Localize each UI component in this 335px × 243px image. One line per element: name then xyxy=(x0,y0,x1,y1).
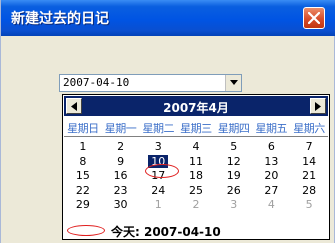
calendar-day[interactable]: 1 xyxy=(139,198,177,213)
calendar-day[interactable]: 7 xyxy=(290,140,328,155)
weekday-label: 星期二 xyxy=(142,122,174,135)
calendar-day[interactable]: 28 xyxy=(290,184,328,199)
calendar-day[interactable]: 17 xyxy=(139,169,177,184)
calendar-day-number: 24 xyxy=(151,183,166,197)
calendar-day-number: 17 xyxy=(151,169,166,182)
calendar-day[interactable]: 4 xyxy=(177,140,215,155)
calendar-day-number: 13 xyxy=(264,154,279,168)
calendar-day-number: 3 xyxy=(154,140,162,153)
calendar-day-number: 15 xyxy=(75,169,90,182)
date-picker-dropdown-button[interactable] xyxy=(225,75,241,91)
calendar-day-number: 19 xyxy=(226,169,241,182)
calendar-day[interactable]: 12 xyxy=(215,155,253,170)
calendar-day-number: 21 xyxy=(302,169,317,182)
today-annotation-ring xyxy=(67,225,105,236)
calendar-day[interactable]: 30 xyxy=(102,198,140,213)
calendar-day[interactable]: 2 xyxy=(177,198,215,213)
weekday-label: 星期三 xyxy=(180,122,212,135)
calendar-day[interactable]: 1 xyxy=(64,140,102,155)
calendar-day-number: 3 xyxy=(230,198,238,211)
weekday-label: 星期一 xyxy=(104,122,137,135)
calendar-day[interactable]: 9 xyxy=(102,155,140,170)
date-picker-value: 2007-04-10 xyxy=(63,76,130,89)
calendar-day[interactable]: 27 xyxy=(253,184,291,199)
calendar-day[interactable]: 6 xyxy=(253,140,291,155)
calendar-day-number: 25 xyxy=(188,183,203,197)
window-title: 新建过去的日记 xyxy=(11,11,109,27)
close-button[interactable] xyxy=(303,7,325,29)
calendar-day-number: 7 xyxy=(305,140,313,153)
month-label[interactable]: 2007年4月 xyxy=(64,99,328,116)
calendar-day[interactable]: 4 xyxy=(253,198,291,213)
calendar-day-number: 16 xyxy=(113,169,128,182)
calendar-day-number: 1 xyxy=(79,140,87,153)
calendar-days-grid: 1 2 3 4 5 6 7 8 9 10 11 12 13 14 15 16 17 18 19 20 21 22 23 24 2… xyxy=(64,140,328,213)
calendar-day[interactable]: 3 xyxy=(215,198,253,213)
calendar-day-number: 6 xyxy=(267,140,275,153)
date-picker-combo[interactable]: 2007-04-10 xyxy=(59,74,242,92)
calendar-day-number: 1 xyxy=(154,198,162,211)
next-month-button[interactable] xyxy=(310,98,326,114)
calendar-day-number: 4 xyxy=(267,198,275,211)
calendar-day[interactable]: 20 xyxy=(253,169,291,184)
calendar-day[interactable]: 21 xyxy=(290,169,328,184)
calendar-day[interactable]: 25 xyxy=(177,184,215,199)
today-row[interactable]: 今天: 2007-04-10 xyxy=(67,223,317,239)
calendar-day[interactable]: 16 xyxy=(102,169,140,184)
calendar-day-number: 4 xyxy=(192,140,200,153)
calendar-day-number: 10 xyxy=(148,154,169,168)
calendar-day[interactable]: 14 xyxy=(290,155,328,170)
weekday-label: 星期日 xyxy=(67,122,99,135)
calendar-day[interactable]: 23 xyxy=(102,184,140,199)
calendar-day-number: 14 xyxy=(302,154,317,168)
calendar-day[interactable]: 5 xyxy=(290,198,328,213)
weekday-header-row: 星期日 星期一 星期二 星期三 星期四 星期五 星期六 xyxy=(64,120,328,137)
calendar-day[interactable]: 5 xyxy=(215,140,253,155)
weekday-label: 星期五 xyxy=(255,122,288,135)
calendar-day[interactable]: 24 xyxy=(139,184,177,199)
calendar-day-number: 11 xyxy=(188,154,203,168)
chevron-down-icon xyxy=(230,80,238,85)
calendar-day-number: 26 xyxy=(226,183,241,197)
calendar-day-number: 28 xyxy=(302,183,317,197)
arrow-right-icon xyxy=(315,102,321,111)
calendar-day-number: 20 xyxy=(264,169,279,182)
calendar-day-number: 30 xyxy=(113,198,128,211)
calendar-day-number: 18 xyxy=(188,169,203,182)
calendar-day-number: 5 xyxy=(230,140,238,153)
calendar-day-number: 29 xyxy=(75,198,90,211)
calendar-day[interactable]: 8 xyxy=(64,155,102,170)
weekday-label: 星期四 xyxy=(217,122,250,135)
calendar-day[interactable]: 18 xyxy=(177,169,215,184)
calendar-day-number: 12 xyxy=(226,154,241,168)
calendar-day-number: 2 xyxy=(192,198,200,211)
weekday-label: 星期六 xyxy=(293,122,325,135)
calendar-day[interactable]: 11 xyxy=(177,155,215,170)
calendar-day[interactable]: 15 xyxy=(64,169,102,184)
close-icon xyxy=(308,12,320,24)
calendar-day[interactable]: 26 xyxy=(215,184,253,199)
calendar-day[interactable]: 19 xyxy=(215,169,253,184)
calendar-day-number: 9 xyxy=(117,154,125,168)
calendar-day[interactable]: 13 xyxy=(253,155,291,170)
calendar-day-number: 27 xyxy=(264,183,279,197)
calendar-day-number: 2 xyxy=(117,140,125,153)
today-label[interactable]: 今天: 2007-04-10 xyxy=(111,223,221,240)
calendar-day[interactable]: 29 xyxy=(64,198,102,213)
calendar-header: 2007年4月 xyxy=(64,96,328,116)
month-calendar: 2007年4月 星期日 星期一 星期二 星期三 星期四 星期五 星期六 1234… xyxy=(62,94,330,240)
calendar-day-number: 22 xyxy=(75,183,90,197)
dialog-window: 新建过去的日记 2007-04-10 2007年4月 星期日 星期一 星期二 星… xyxy=(0,0,335,243)
title-bar[interactable]: 新建过去的日记 xyxy=(1,0,335,36)
calendar-day[interactable]: 22 xyxy=(64,184,102,199)
calendar-day-number: 5 xyxy=(305,198,313,211)
calendar-day-number: 8 xyxy=(79,154,87,168)
calendar-day-number: 23 xyxy=(113,183,128,197)
calendar-day-selected[interactable]: 10 xyxy=(139,154,177,170)
calendar-day[interactable]: 3 xyxy=(139,140,177,155)
calendar-day[interactable]: 2 xyxy=(102,140,140,155)
